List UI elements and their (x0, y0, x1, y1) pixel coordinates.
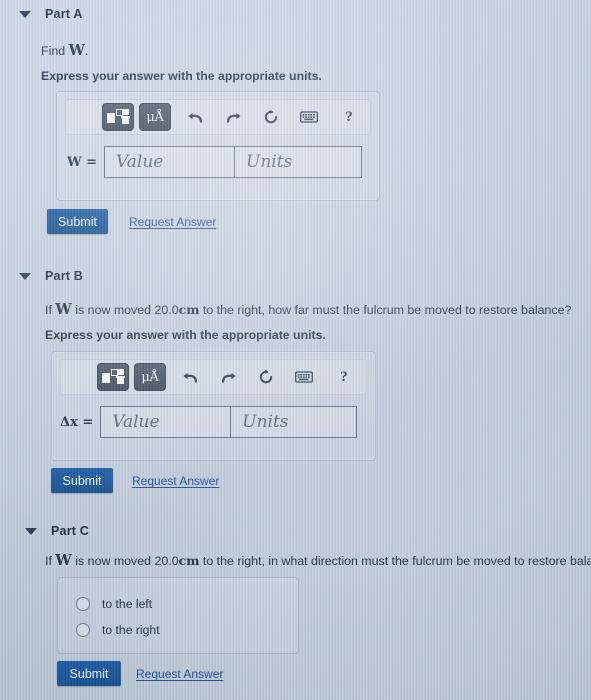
part-c-choice-left[interactable]: to the left (76, 597, 152, 611)
part-a-answer-row: W = Value Units (67, 146, 363, 178)
part-c-prompt-unit: cm (178, 553, 200, 568)
part-c-prompt-pre: If (45, 554, 52, 568)
part-b-prompt-pre: If (45, 303, 52, 317)
part-a-prompt-find: Find (41, 44, 66, 58)
part-c-choice-right[interactable]: to the right (76, 623, 160, 637)
part-b-section: Part B If W is now moved 20.0cm to the r… (0, 266, 591, 493)
part-a-prompt-variable: W (68, 42, 86, 59)
part-b-units-input[interactable]: Units (230, 406, 358, 438)
keyboard-icon[interactable] (291, 365, 317, 389)
caret-down-icon[interactable] (19, 11, 31, 18)
radio-icon[interactable] (76, 623, 90, 637)
part-b-prompt-post: to the right, how far must the fulcrum b… (202, 303, 572, 317)
assignment-page: Part A Find W. Express your answer with … (0, 0, 591, 700)
part-a-section: Part A Find W. Express your answer with … (0, 4, 591, 234)
part-c-title: Part C (51, 524, 90, 538)
part-c-prompt-variable: W (55, 552, 72, 569)
part-a-prompt-period: . (85, 44, 89, 58)
part-b-prompt-variable: W (55, 301, 72, 318)
part-a-instruction: Express your answer with the appropriate… (41, 69, 322, 83)
math-template-glyph (107, 108, 130, 126)
part-c-submit-button[interactable]: Submit (57, 661, 121, 686)
part-a-units-input[interactable]: Units (234, 146, 363, 178)
part-a-header[interactable]: Part A (0, 4, 591, 24)
reset-icon[interactable] (258, 105, 284, 129)
part-c-header[interactable]: Part C (0, 521, 591, 541)
part-b-answer-row: Δx = Value Units (60, 406, 358, 438)
part-b-value-input[interactable]: Value (100, 406, 231, 438)
part-a-answer-box: μÅ ? W = Value Units (56, 91, 380, 201)
part-a-title: Part A (45, 7, 83, 21)
part-b-field-label: Δx = (60, 414, 94, 430)
part-c-choice-box: to the left to the right (57, 577, 299, 654)
part-a-value-input[interactable]: Value (104, 146, 235, 178)
part-c-request-answer-link[interactable]: Request Answer (136, 667, 223, 681)
part-b-title: Part B (45, 269, 84, 283)
part-b-prompt-unit: cm (178, 302, 200, 317)
redo-icon[interactable] (215, 365, 241, 389)
part-b-instruction: Express your answer with the appropriate… (45, 328, 326, 342)
part-b-submit-button[interactable]: Submit (51, 468, 113, 493)
redo-icon[interactable] (220, 105, 246, 129)
part-c-section: Part C If W is now moved 20.0cm to the r… (0, 521, 591, 686)
part-c-prompt: If W is now moved 20.0cm to the right, i… (0, 552, 591, 570)
part-b-header[interactable]: Part B (0, 266, 591, 286)
part-b-answer-box: μÅ ? Δx = Value Units (51, 351, 376, 461)
reset-icon[interactable] (253, 365, 279, 389)
radio-icon[interactable] (76, 597, 90, 611)
caret-down-icon[interactable] (19, 273, 31, 280)
math-template-icon[interactable] (97, 363, 129, 391)
part-a-submit-button[interactable]: Submit (47, 209, 108, 234)
units-mu-angstrom-icon[interactable]: μÅ (134, 363, 166, 391)
undo-icon[interactable] (182, 105, 208, 129)
part-a-math-toolbar: μÅ ? (65, 99, 371, 135)
part-b-request-answer-link[interactable]: Request Answer (132, 474, 219, 488)
part-c-prompt-post: to the right, in what direction must the… (202, 554, 591, 568)
part-c-choice-right-label: to the right (102, 623, 160, 637)
part-a-prompt: Find W. (0, 42, 89, 60)
math-template-icon[interactable] (102, 103, 134, 131)
part-c-prompt-mid: is now moved 20.0 (75, 554, 179, 568)
caret-down-icon[interactable] (25, 528, 37, 535)
part-a-field-label: W = (67, 154, 98, 170)
help-icon[interactable]: ? (331, 365, 357, 389)
part-b-prompt: If W is now moved 20.0cm to the right, h… (0, 301, 571, 319)
undo-icon[interactable] (177, 365, 203, 389)
part-b-prompt-mid: is now moved 20.0 (75, 303, 179, 317)
help-icon[interactable]: ? (336, 105, 362, 129)
part-b-math-toolbar: μÅ ? (60, 359, 367, 395)
part-c-choice-left-label: to the left (102, 597, 153, 611)
math-template-glyph (102, 368, 125, 386)
units-mu-angstrom-icon[interactable]: μÅ (139, 103, 171, 131)
part-a-request-answer-link[interactable]: Request Answer (129, 215, 216, 229)
keyboard-icon[interactable] (296, 105, 322, 129)
